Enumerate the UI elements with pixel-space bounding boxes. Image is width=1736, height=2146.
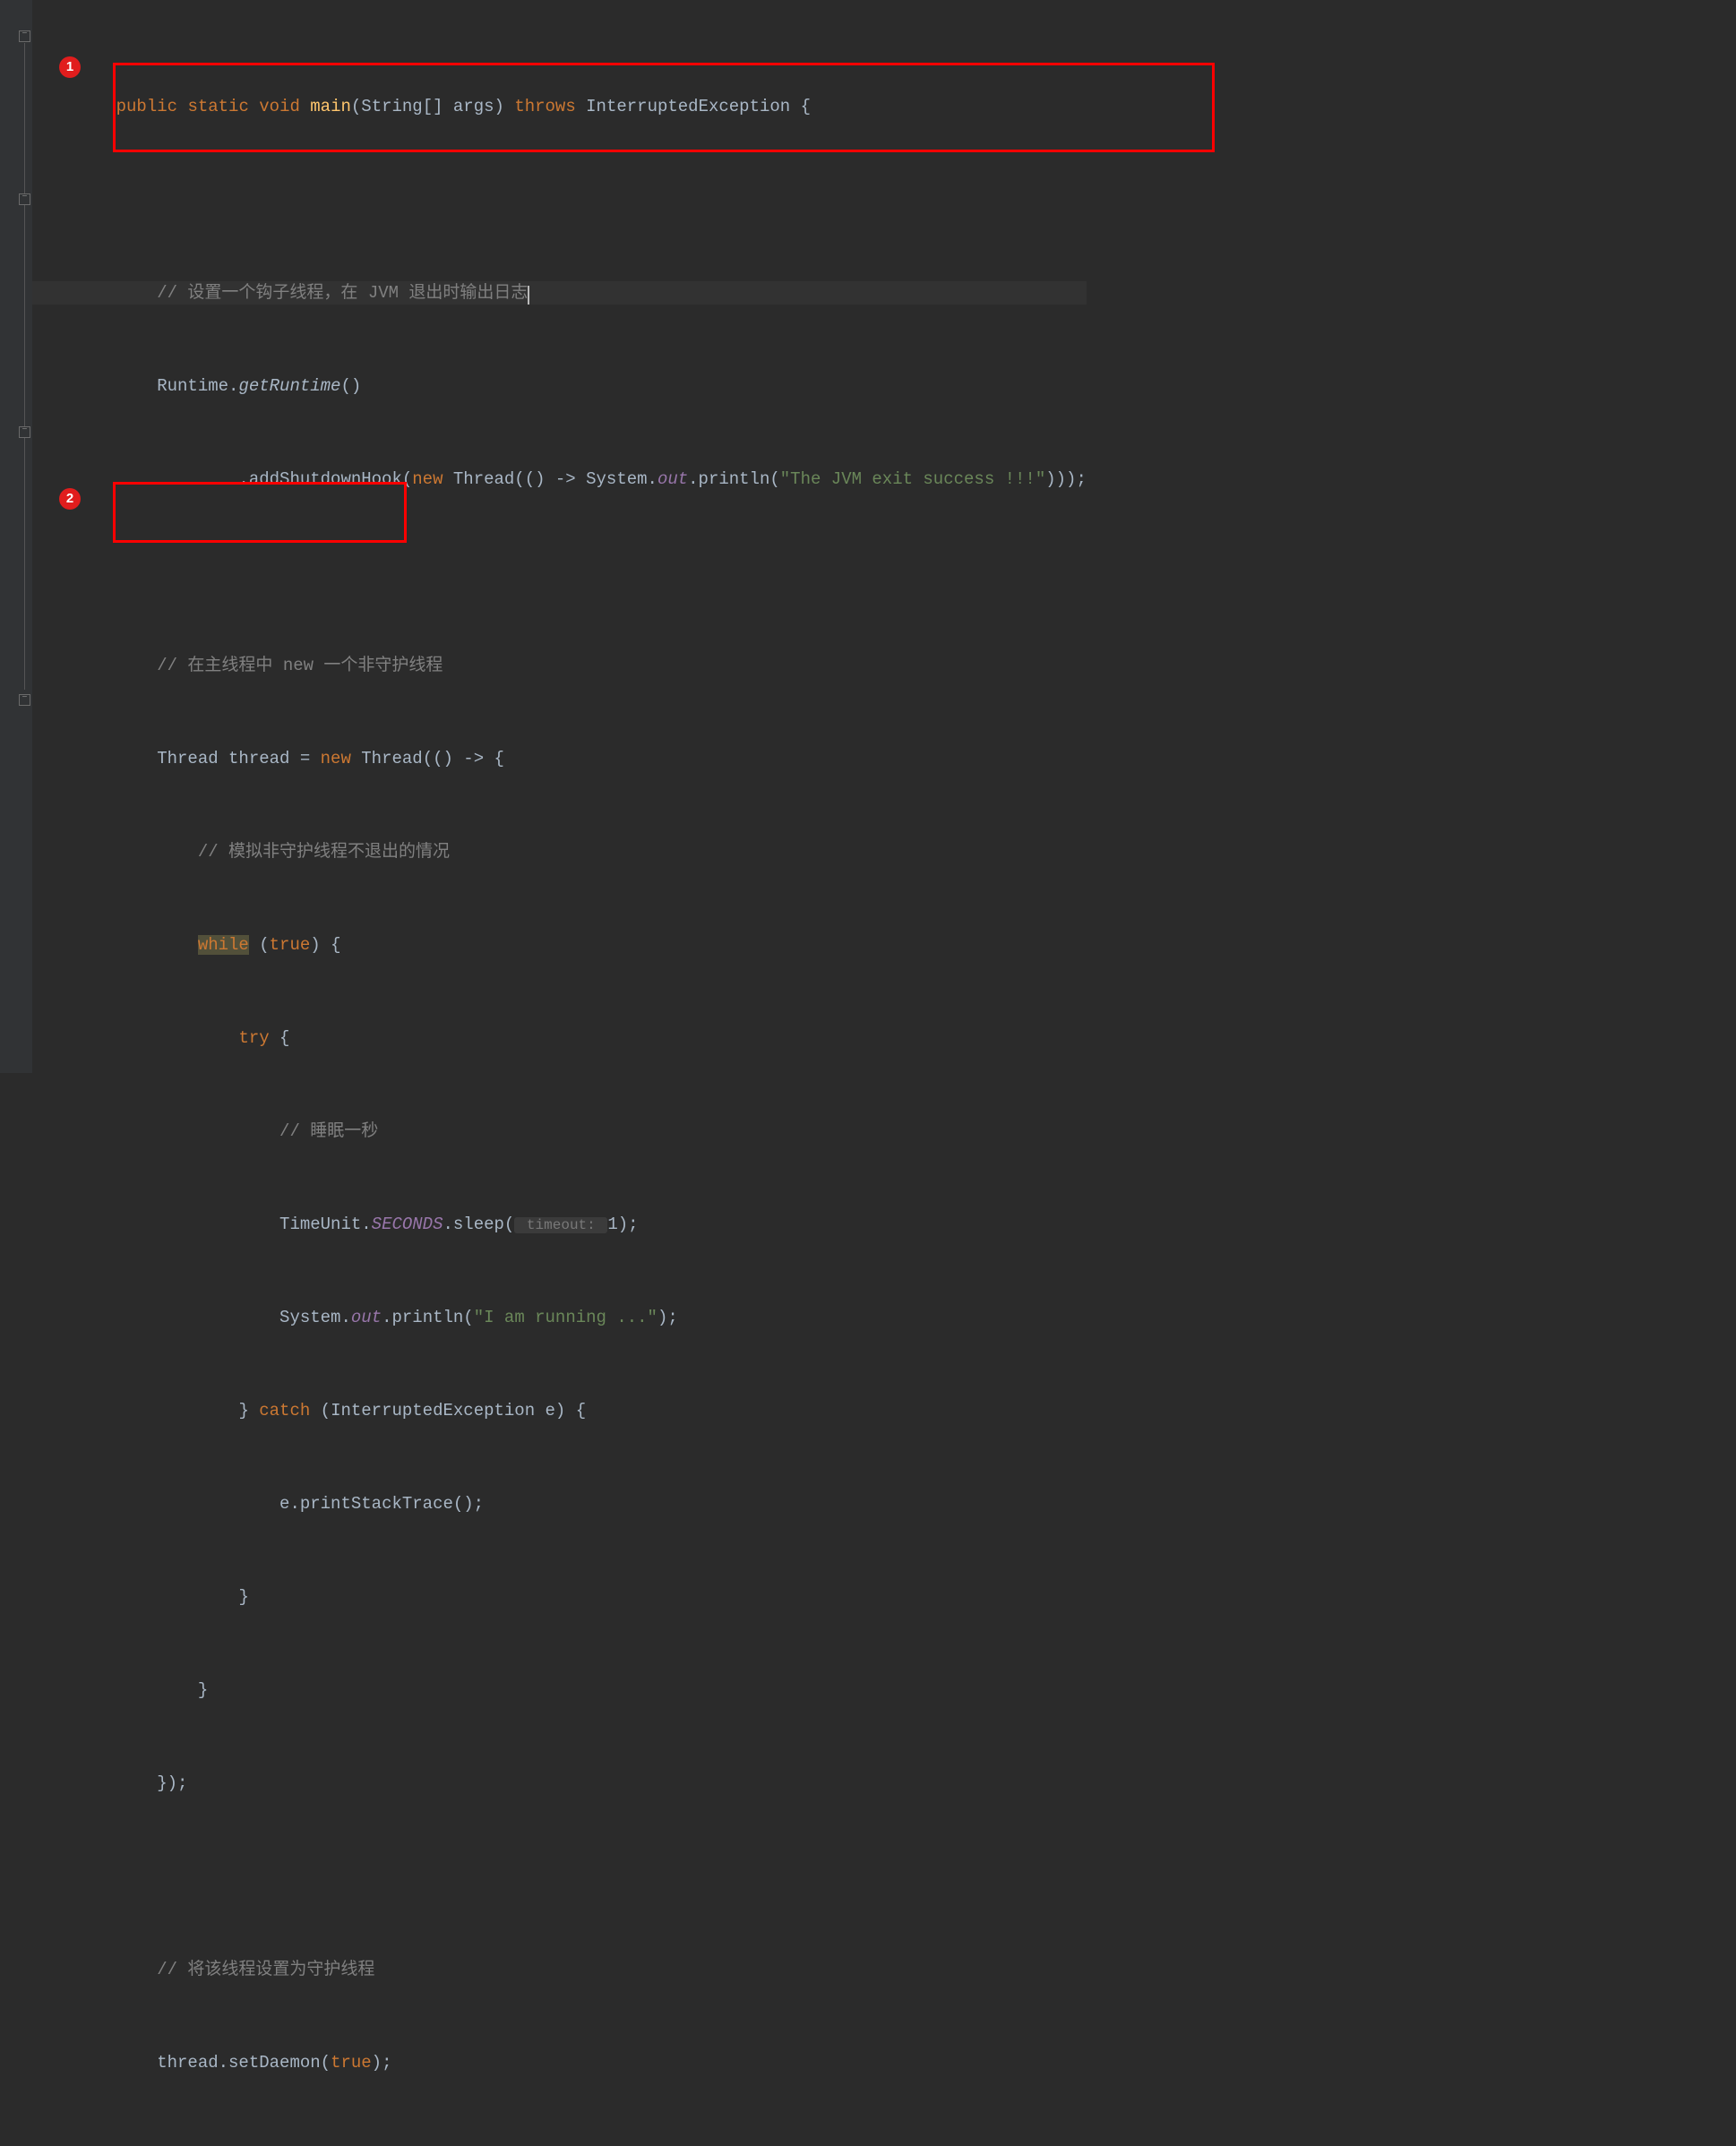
code-line: try { (32, 1026, 1087, 1050)
code-line: thread.setDaemon(true); (32, 2051, 1087, 2074)
code-line: } catch (InterruptedException e) { (32, 1399, 1087, 1422)
code-line: while (true) { (32, 933, 1087, 957)
code-line: TimeUnit.SECONDS.sleep( timeout: 1); (32, 1213, 1087, 1236)
highlight-box-2 (113, 482, 407, 543)
code-line (32, 561, 1087, 584)
code-line: e.printStackTrace(); (32, 1492, 1087, 1515)
highlight-box-1 (113, 63, 1215, 152)
editor-gutter (0, 0, 32, 1073)
fold-toggle-icon[interactable] (19, 30, 30, 42)
fold-guide-line (24, 43, 25, 690)
code-line (32, 188, 1087, 211)
code-line: Runtime.getRuntime() (32, 374, 1087, 398)
code-line: } (32, 1585, 1087, 1609)
code-line: // 睡眠一秒 (32, 1120, 1087, 1143)
fold-toggle-icon[interactable] (19, 694, 30, 706)
code-line: // 启动线程 (32, 2144, 1087, 2146)
fold-toggle-icon[interactable] (19, 426, 30, 438)
code-line: // 模拟非守护线程不退出的情况 (32, 840, 1087, 863)
text-cursor (528, 286, 529, 305)
annotation-badge-2: 2 (59, 488, 81, 510)
parameter-hint: timeout: (514, 1217, 607, 1233)
code-line: // 在主线程中 new 一个非守护线程 (32, 654, 1087, 677)
code-line-active: // 设置一个钩子线程，在 JVM 退出时输出日志 (32, 281, 1087, 305)
code-editor[interactable]: public static void main(String[] args) t… (32, 0, 1087, 2146)
code-line: } (32, 1678, 1087, 1702)
code-line (32, 1865, 1087, 1888)
code-line: // 将该线程设置为守护线程 (32, 1958, 1087, 1981)
fold-toggle-icon[interactable] (19, 193, 30, 205)
annotation-badge-1: 1 (59, 56, 81, 78)
code-line: System.out.println("I am running ..."); (32, 1306, 1087, 1329)
code-line: Thread thread = new Thread(() -> { (32, 747, 1087, 770)
code-line: }); (32, 1772, 1087, 1795)
